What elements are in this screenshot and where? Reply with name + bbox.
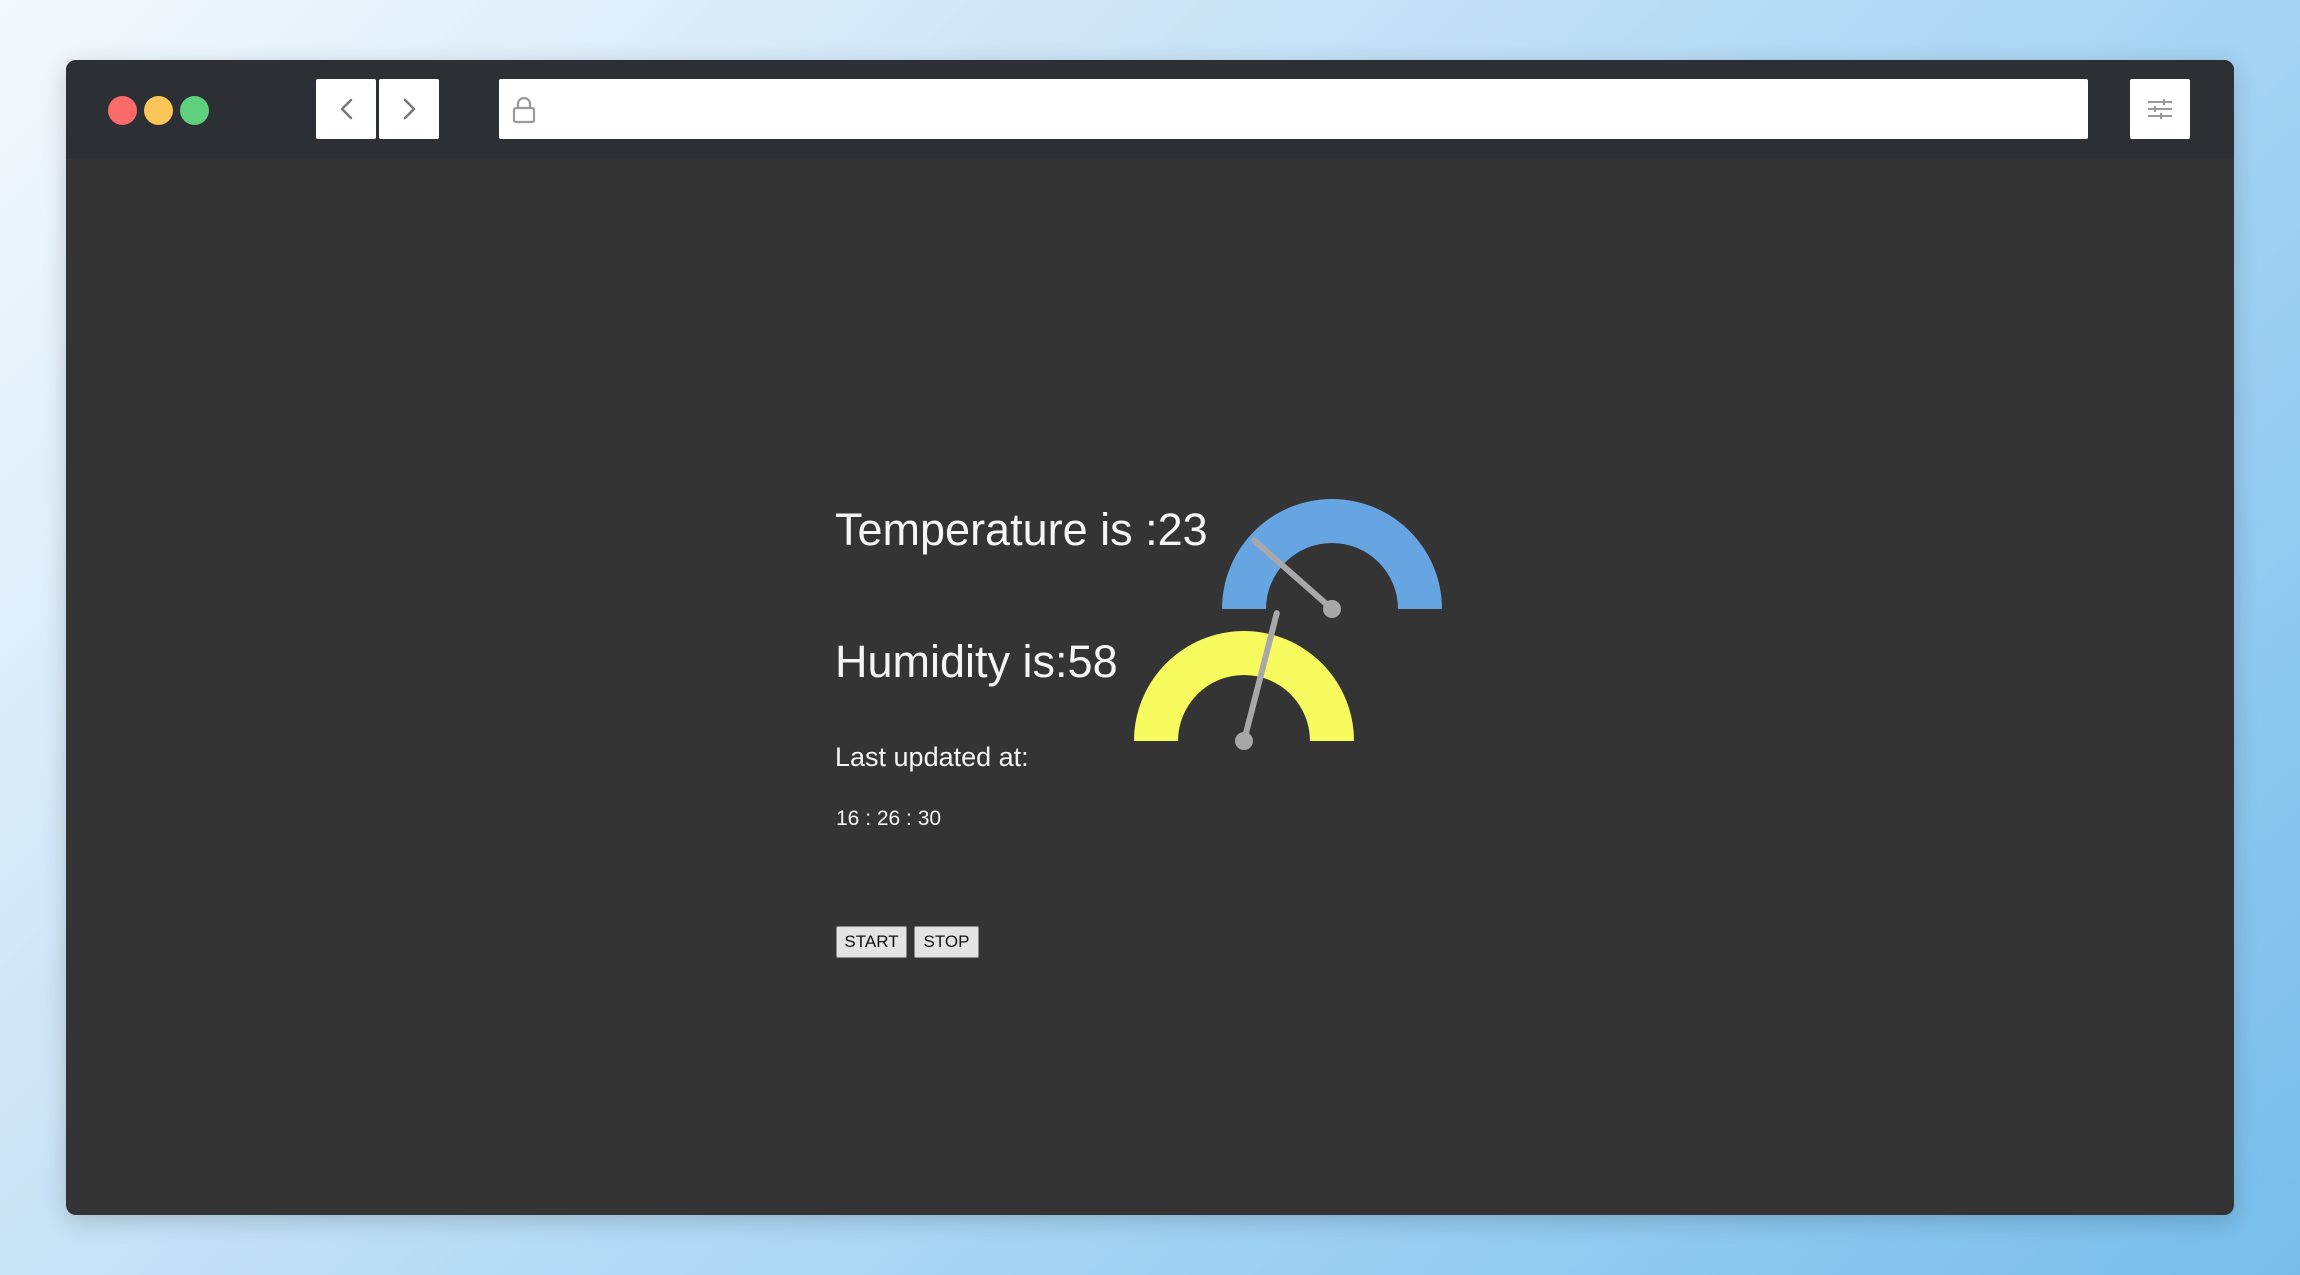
browser-window: Temperature is :23 Humidity is:58 Last u… — [66, 60, 2234, 1215]
close-window-button[interactable] — [108, 96, 137, 125]
settings-menu-button[interactable] — [2130, 79, 2190, 139]
chevron-left-icon — [340, 98, 353, 120]
minimize-window-button[interactable] — [144, 96, 173, 125]
humidity-label: Humidity is:58 — [835, 636, 1118, 687]
lock-icon — [512, 96, 536, 124]
chevron-right-icon — [403, 98, 416, 120]
last-updated-time: 16 : 26 : 30 — [836, 807, 942, 830]
page-content: Temperature is :23 Humidity is:58 Last u… — [66, 159, 2234, 1215]
address-bar[interactable] — [499, 79, 2088, 139]
zoom-window-button[interactable] — [180, 96, 209, 125]
stop-button[interactable]: STOP — [914, 926, 979, 958]
humidity-gauge-pivot — [1235, 732, 1253, 750]
browser-toolbar — [66, 60, 2234, 159]
forward-button[interactable] — [379, 79, 439, 139]
humidity-gauge — [1134, 610, 1354, 750]
sliders-icon — [2148, 99, 2172, 119]
start-button[interactable]: START — [836, 926, 907, 958]
humidity-gauge-arc — [1134, 631, 1354, 741]
last-updated-label: Last updated at: — [835, 742, 1029, 772]
temperature-label: Temperature is :23 — [835, 504, 1208, 555]
temperature-gauge-arc — [1222, 499, 1442, 609]
back-button[interactable] — [316, 79, 376, 139]
